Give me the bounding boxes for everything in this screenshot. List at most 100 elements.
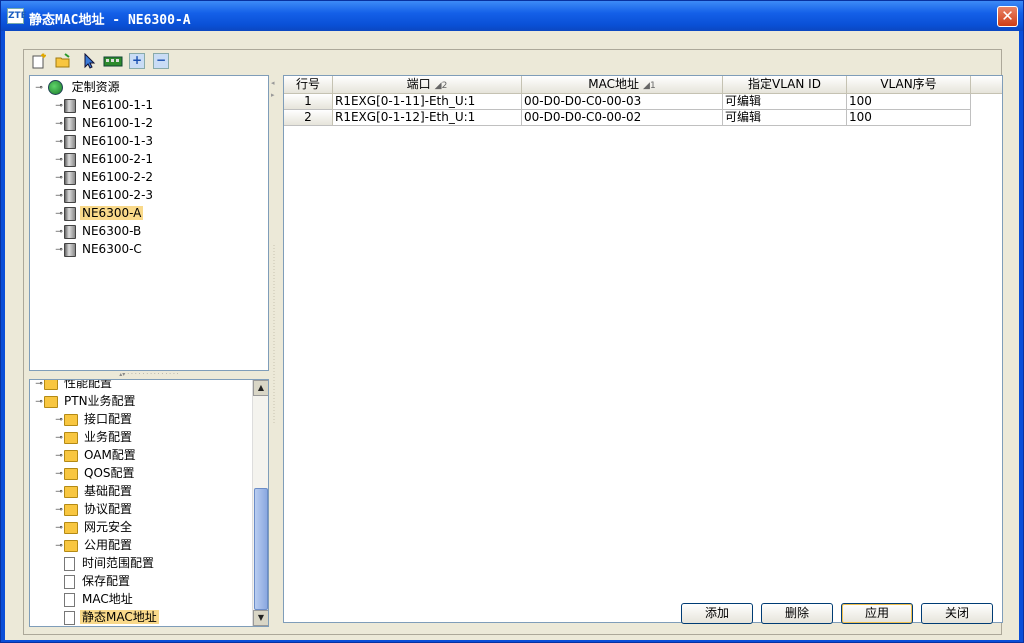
- delete-button[interactable]: 删除: [761, 603, 833, 624]
- tree-leaf-item[interactable]: 保存配置: [64, 572, 132, 590]
- column-header-vlan-seq[interactable]: VLAN序号: [847, 76, 971, 94]
- tree-folder-item[interactable]: ⊸ 网元安全: [54, 518, 134, 536]
- expand-toggle-icon[interactable]: ⊸: [54, 115, 64, 133]
- sort-order-number: 1: [649, 81, 656, 91]
- expand-toggle-icon[interactable]: ⊸: [54, 465, 64, 483]
- select-icon[interactable]: [81, 52, 97, 69]
- vlan-id-cell[interactable]: 可编辑: [723, 94, 847, 110]
- tree-leaf-item[interactable]: 时间范围配置: [64, 554, 156, 572]
- tree-folder-item[interactable]: ⊸ 业务配置: [54, 428, 134, 446]
- vertical-scrollbar[interactable]: ▲ ▼: [252, 380, 268, 626]
- open-icon[interactable]: [55, 53, 71, 69]
- table-header: 行号 端口 ◢2 MAC地址 ◢1 指定VLAN ID VLAN序号: [284, 76, 1002, 94]
- title-bar[interactable]: ZTE 静态MAC地址 - NE6300-A ✕: [1, 1, 1023, 31]
- expand-toggle-icon[interactable]: ⊸: [54, 447, 64, 465]
- static-mac-table: 行号 端口 ◢2 MAC地址 ◢1 指定VLAN ID VLAN序号 1 R1EXG…: [283, 75, 1003, 623]
- tree-ne-item[interactable]: ⊸ NE6300-B: [54, 222, 143, 240]
- column-header-port[interactable]: 端口 ◢2: [333, 76, 522, 94]
- tree-folder-item[interactable]: ⊸ QOS配置: [54, 464, 137, 482]
- tree-ne-item[interactable]: ⊸ NE6300-C: [54, 240, 144, 258]
- collapse-toggle-icon[interactable]: ⊸: [34, 79, 44, 97]
- tree-ne-item[interactable]: ⊸ NE6100-2-3: [54, 186, 155, 204]
- tree-folder-item[interactable]: ⊸ PTN业务配置: [34, 392, 138, 410]
- tree-ne-item[interactable]: ⊸ NE6100-2-2: [54, 168, 155, 186]
- expand-toggle-icon[interactable]: ⊸: [54, 241, 64, 259]
- tree-leaf-item[interactable]: MAC地址: [64, 590, 135, 608]
- tree-folder-item[interactable]: ⊸ 基础配置: [54, 482, 134, 500]
- scrollbar-thumb[interactable]: [254, 488, 268, 610]
- mac-cell[interactable]: 00-D0-D0-C0-00-03: [522, 94, 723, 110]
- close-button[interactable]: 关闭: [921, 603, 993, 624]
- vlan-seq-cell[interactable]: 100: [847, 94, 971, 110]
- expand-icon[interactable]: +: [129, 53, 145, 69]
- tree-label: 业务配置: [84, 430, 133, 444]
- expand-toggle-icon[interactable]: ⊸: [54, 537, 64, 555]
- close-window-button[interactable]: ✕: [997, 6, 1018, 27]
- folder-icon: [64, 413, 78, 426]
- tree-label: 保存配置: [82, 574, 131, 588]
- ne-device-icon: [64, 242, 76, 257]
- tree-folder-item[interactable]: ⊸ 协议配置: [54, 500, 134, 518]
- column-header-vlan-id[interactable]: 指定VLAN ID: [723, 76, 847, 94]
- tree-ne-item[interactable]: ⊸ NE6100-2-1: [54, 150, 155, 168]
- expand-toggle-icon[interactable]: ⊸: [54, 411, 64, 429]
- column-header-row-number[interactable]: 行号: [284, 76, 333, 94]
- tree-folder-item[interactable]: ⊸ 性能配置: [34, 380, 114, 393]
- scroll-down-icon[interactable]: ▼: [253, 610, 268, 626]
- vlan-id-cell[interactable]: 可编辑: [723, 110, 847, 126]
- tree-leaf-item-selected[interactable]: 静态MAC地址: [64, 608, 159, 626]
- board-icon[interactable]: [103, 53, 123, 69]
- ne-label: NE6100-2-2: [82, 170, 154, 184]
- tree-folder-item[interactable]: ⊸ 接口配置: [54, 410, 134, 428]
- tree-ne-item[interactable]: ⊸ NE6100-1-3: [54, 132, 155, 150]
- folder-icon: [64, 485, 78, 498]
- scroll-up-icon[interactable]: ▲: [253, 380, 268, 396]
- column-label: MAC地址: [588, 77, 640, 91]
- mac-cell[interactable]: 00-D0-D0-C0-00-02: [522, 110, 723, 126]
- apply-button[interactable]: 应用: [841, 603, 913, 624]
- tree-folder-item[interactable]: ⊸ 公用配置: [54, 536, 134, 554]
- expand-toggle-icon[interactable]: ⊸: [54, 205, 64, 223]
- table-row[interactable]: 1 R1EXG[0-1-11]-Eth_U:1 00-D0-D0-C0-00-0…: [284, 94, 972, 110]
- tree-label: MAC地址: [82, 592, 133, 606]
- ne-label: NE6300-A: [80, 206, 144, 220]
- collapse-toggle-icon[interactable]: ⊸: [34, 393, 44, 411]
- function-tree-content: ⊸ 性能配置 ⊸ PTN业务配置 ⊸ 接口配置 ⊸ 业务配置 ⊸ OAM配置 ⊸ QOS配置…: [30, 380, 252, 626]
- column-header-mac[interactable]: MAC地址 ◢1: [522, 76, 723, 94]
- expand-toggle-icon[interactable]: ⊸: [54, 97, 64, 115]
- new-icon[interactable]: [31, 53, 47, 69]
- port-cell[interactable]: R1EXG[0-1-12]-Eth_U:1: [333, 110, 522, 126]
- tree-folder-item[interactable]: ⊸ OAM配置: [54, 446, 138, 464]
- expand-toggle-icon[interactable]: ⊸: [54, 223, 64, 241]
- collapse-icon[interactable]: −: [153, 53, 169, 69]
- vertical-splitter[interactable]: ◂ ▸: [271, 75, 277, 631]
- tree-label: 网元安全: [84, 520, 133, 534]
- horizontal-splitter[interactable]: ▴▾ · · · · · · · · · · · · · ·: [29, 372, 269, 378]
- ne-device-icon: [64, 188, 76, 203]
- expand-toggle-icon[interactable]: ⊸: [54, 151, 64, 169]
- row-number-cell: 2: [284, 110, 333, 126]
- add-button[interactable]: 添加: [681, 603, 753, 624]
- tree-label: 协议配置: [84, 502, 133, 516]
- expand-toggle-icon[interactable]: ⊸: [54, 429, 64, 447]
- expand-toggle-icon[interactable]: ⊸: [54, 483, 64, 501]
- expand-toggle-icon[interactable]: ⊸: [34, 380, 44, 393]
- expand-toggle-icon[interactable]: ⊸: [54, 187, 64, 205]
- folder-icon: [64, 539, 78, 552]
- tree-root[interactable]: ⊸ 定制资源: [34, 78, 122, 96]
- expand-toggle-icon[interactable]: ⊸: [54, 133, 64, 151]
- action-buttons: 添加 删除 应用 关闭: [681, 603, 1001, 625]
- globe-icon: [47, 80, 63, 95]
- table-row[interactable]: 2 R1EXG[0-1-12]-Eth_U:1 00-D0-D0-C0-00-0…: [284, 110, 972, 126]
- expand-toggle-icon[interactable]: ⊸: [54, 519, 64, 537]
- tree-ne-item[interactable]: ⊸ NE6100-1-2: [54, 114, 155, 132]
- vlan-seq-cell[interactable]: 100: [847, 110, 971, 126]
- ne-label: NE6100-1-2: [82, 116, 154, 130]
- port-cell[interactable]: R1EXG[0-1-11]-Eth_U:1: [333, 94, 522, 110]
- expand-toggle-icon[interactable]: ⊸: [54, 169, 64, 187]
- tree-ne-item-selected[interactable]: ⊸ NE6300-A: [54, 204, 144, 223]
- row-number-cell: 1: [284, 94, 333, 110]
- tree-ne-item[interactable]: ⊸ NE6100-1-1: [54, 96, 155, 114]
- expand-toggle-icon[interactable]: ⊸: [54, 501, 64, 519]
- ne-device-icon: [64, 134, 76, 149]
